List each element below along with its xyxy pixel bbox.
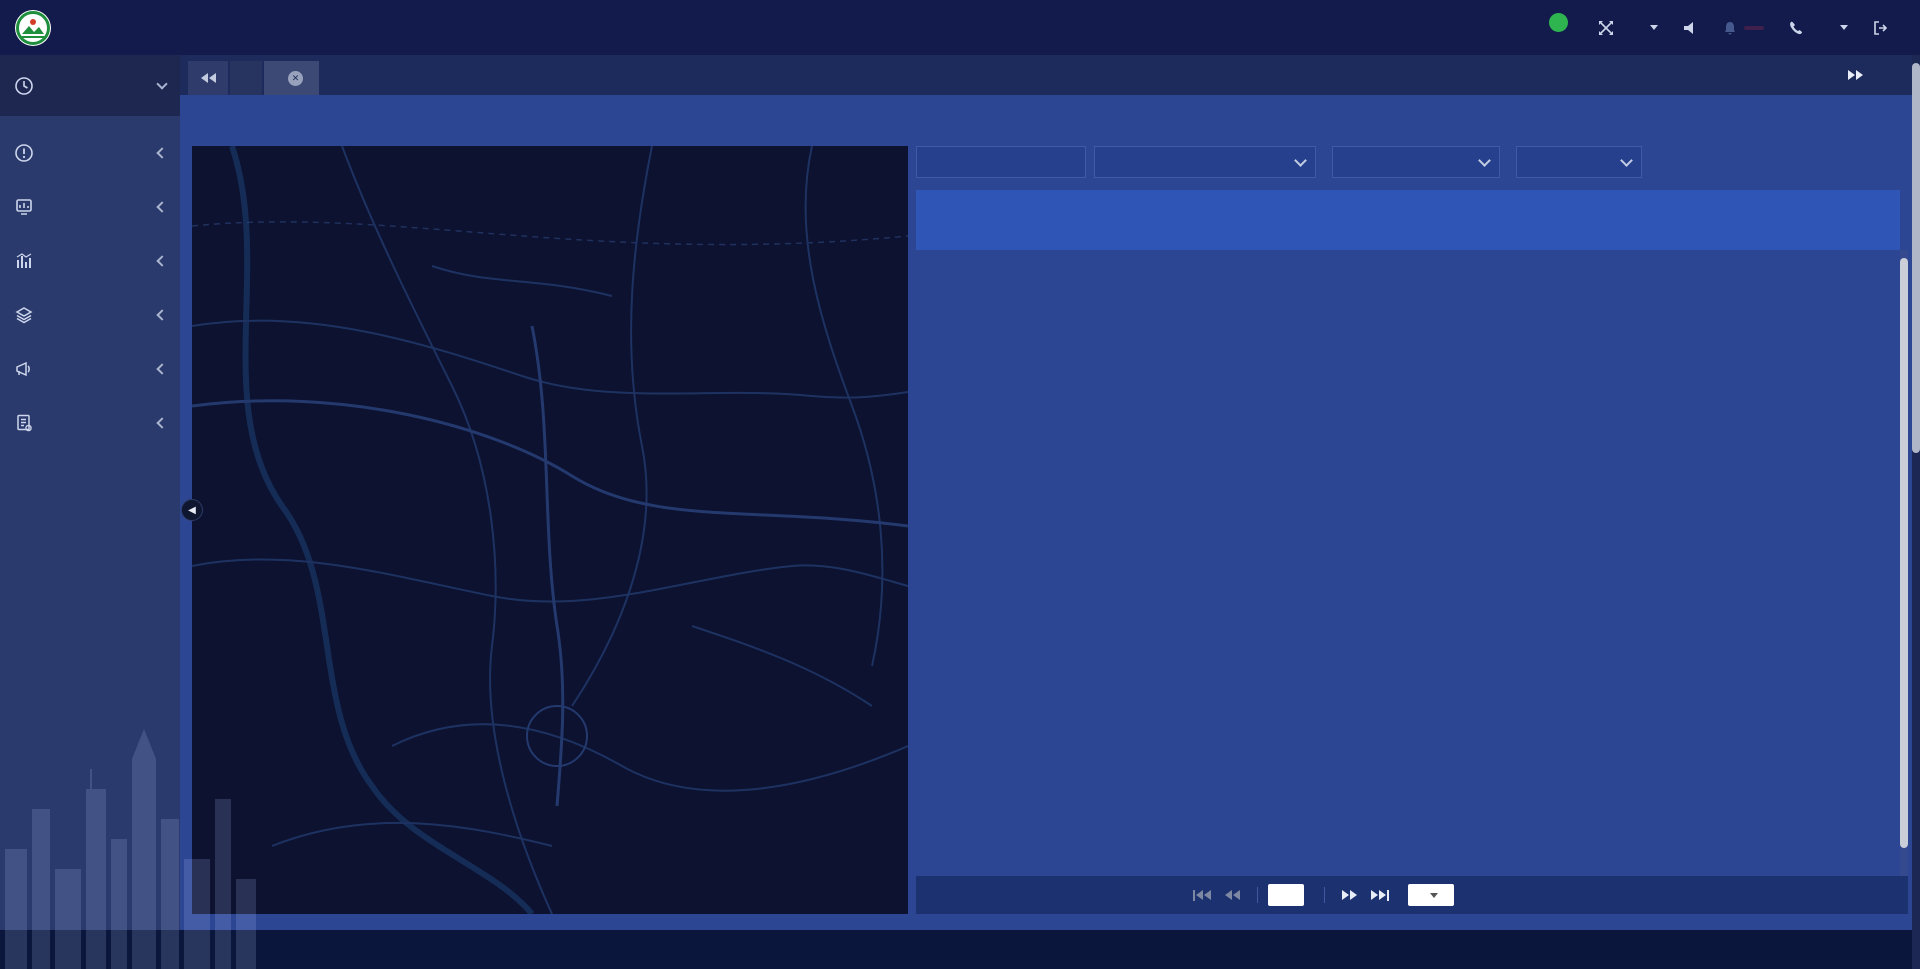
tab-realtime-monitor[interactable]: ✕ [264, 61, 319, 95]
layers-icon [14, 305, 34, 325]
monitor-clock-icon [14, 76, 34, 96]
sidebar-item-emergency[interactable] [0, 342, 180, 396]
stats-board-icon [14, 197, 34, 217]
col-header-industry[interactable] [1256, 190, 1352, 250]
temperature-widget [1549, 23, 1574, 32]
mute-button[interactable] [1682, 20, 1698, 36]
app-root: ✕ ◀ [0, 0, 1920, 969]
page-size-select[interactable] [1408, 884, 1454, 906]
chevron-left-icon [156, 363, 167, 374]
tabs-scroll-right-button[interactable] [1841, 70, 1870, 80]
map-canvas[interactable] [192, 146, 908, 914]
chevron-down-icon [156, 78, 167, 89]
right-panel [916, 146, 1908, 914]
page-scrollbar[interactable] [1912, 55, 1920, 969]
col-header-stop-production[interactable] [1352, 190, 1470, 250]
col-header-total-meter[interactable] [1644, 190, 1722, 250]
sidebar-item-company-stats[interactable] [0, 180, 180, 234]
chevron-left-icon [156, 417, 167, 428]
chevron-down-icon [1650, 25, 1658, 30]
table-scrollbar[interactable] [1900, 250, 1908, 876]
theme-dropdown[interactable] [1644, 25, 1658, 30]
col-header-pollution-facility[interactable] [1470, 190, 1566, 250]
chevron-left-icon [156, 201, 167, 212]
chevron-left-icon [156, 309, 167, 320]
chevron-down-icon [1620, 154, 1633, 167]
sidebar-item-logs[interactable] [0, 396, 180, 450]
sidebar-item-power-analysis[interactable] [0, 234, 180, 288]
log-document-icon [14, 413, 34, 433]
col-header-index [916, 190, 970, 250]
speaker-icon [1682, 20, 1698, 36]
help-button[interactable] [1788, 20, 1810, 36]
bar-chart-icon [14, 251, 34, 271]
col-header-disconnected[interactable] [1834, 214, 1900, 250]
companies-table [916, 190, 1900, 250]
name-search-input[interactable] [916, 146, 1086, 178]
phone-icon [1788, 20, 1804, 36]
industry-dropdown[interactable] [1332, 146, 1500, 178]
table-scrollbar-thumb[interactable] [1900, 258, 1908, 848]
close-icon[interactable]: ✕ [288, 71, 303, 86]
tab-home[interactable] [230, 61, 262, 95]
chevron-down-icon [1294, 154, 1307, 167]
sidebar-item-data-monitor[interactable] [0, 55, 180, 116]
sidebar-item-base-data[interactable] [0, 288, 180, 342]
pagination-bar [916, 876, 1908, 914]
next-page-button[interactable] [1335, 890, 1364, 900]
fullscreen-button[interactable] [1598, 20, 1620, 36]
filter-bar [916, 146, 1908, 178]
col-header-region[interactable] [970, 190, 1100, 250]
fullscreen-icon [1598, 20, 1614, 36]
tab-strip: ✕ [180, 55, 1920, 95]
col-group-point-status [1722, 190, 1900, 214]
app-logo-icon [14, 9, 52, 47]
sidebar-collapse-toggle[interactable]: ◀ [181, 499, 203, 521]
logout-icon [1872, 20, 1888, 36]
chevron-down-icon [1840, 25, 1848, 30]
region-dropdown[interactable] [1094, 146, 1316, 178]
chevron-left-icon [156, 255, 167, 266]
top-header [0, 0, 1920, 55]
org-dropdown[interactable] [1834, 25, 1848, 30]
notification-widget[interactable] [1722, 20, 1764, 36]
first-page-button[interactable] [1186, 890, 1218, 901]
col-header-stopped[interactable] [1778, 214, 1834, 250]
sidebar-item-company-abnormal[interactable] [0, 126, 180, 180]
col-header-running[interactable] [1722, 214, 1778, 250]
map-roads-layer [192, 146, 908, 914]
bell-icon [1722, 20, 1738, 36]
temperature-badge [1549, 13, 1568, 32]
last-page-button[interactable] [1364, 890, 1396, 901]
prev-page-button[interactable] [1218, 890, 1247, 900]
data-table-container [916, 190, 1908, 876]
page-scrollbar-thumb[interactable] [1912, 63, 1920, 453]
tabs-scroll-left-button[interactable] [188, 61, 228, 95]
table-header [916, 190, 1900, 250]
notification-count-badge [1744, 26, 1764, 30]
footer-strip [0, 930, 1920, 969]
col-header-company[interactable] [1100, 190, 1256, 250]
logout-button[interactable] [1872, 20, 1894, 36]
chevron-down-icon [1430, 893, 1438, 898]
sidebar [0, 55, 180, 930]
col-header-monitor-points[interactable] [1566, 190, 1644, 250]
chevron-left-icon [156, 147, 167, 158]
chevron-down-icon [1478, 154, 1491, 167]
page-number-input[interactable] [1268, 884, 1304, 906]
megaphone-icon [14, 359, 34, 379]
status-dropdown[interactable] [1516, 146, 1642, 178]
alert-circle-icon [14, 143, 34, 163]
